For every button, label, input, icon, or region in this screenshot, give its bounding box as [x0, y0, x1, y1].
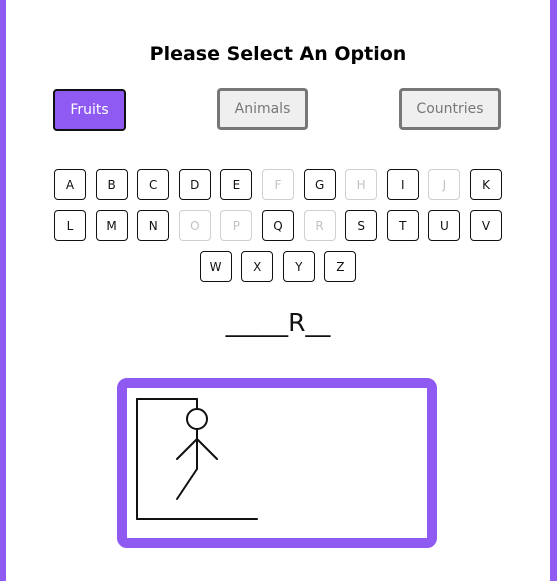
key-s[interactable]: S — [345, 210, 378, 241]
page-title: Please Select An Option — [149, 43, 407, 65]
key-p[interactable]: P — [220, 210, 253, 241]
key-x[interactable]: X — [241, 251, 274, 282]
key-d[interactable]: D — [178, 169, 211, 200]
key-i[interactable]: I — [386, 169, 419, 200]
key-r[interactable]: R — [303, 210, 336, 241]
hangman-drawing — [136, 398, 258, 520]
hangman-right-arm — [196, 438, 218, 460]
key-t[interactable]: T — [386, 210, 419, 241]
category-fruits-button[interactable]: Fruits — [53, 89, 126, 131]
key-w[interactable]: W — [199, 251, 232, 282]
game-panel: Please Select An Option Fruits Animals C… — [6, 0, 550, 581]
key-y[interactable]: Y — [282, 251, 315, 282]
key-b[interactable]: B — [95, 169, 128, 200]
key-g[interactable]: G — [303, 169, 336, 200]
key-u[interactable]: U — [428, 210, 461, 241]
key-o[interactable]: O — [178, 210, 211, 241]
key-l[interactable]: L — [54, 210, 86, 241]
word-display: _____R__ — [225, 308, 331, 337]
key-z[interactable]: Z — [324, 251, 357, 282]
key-q[interactable]: Q — [262, 210, 294, 241]
key-e[interactable]: E — [220, 169, 253, 200]
key-f[interactable]: F — [262, 169, 294, 200]
key-v[interactable]: V — [470, 210, 502, 241]
hangman-canvas — [117, 378, 437, 548]
key-a[interactable]: A — [54, 169, 86, 200]
category-countries-button[interactable]: Countries — [399, 88, 501, 130]
hangman-head — [186, 408, 208, 430]
key-m[interactable]: M — [95, 210, 128, 241]
key-n[interactable]: N — [137, 210, 170, 241]
category-animals-button[interactable]: Animals — [217, 88, 308, 130]
hangman-left-leg — [176, 468, 198, 500]
key-j[interactable]: J — [428, 169, 461, 200]
key-c[interactable]: C — [137, 169, 170, 200]
key-k[interactable]: K — [470, 169, 502, 200]
hangman-left-arm — [176, 438, 198, 460]
key-h[interactable]: H — [345, 169, 378, 200]
